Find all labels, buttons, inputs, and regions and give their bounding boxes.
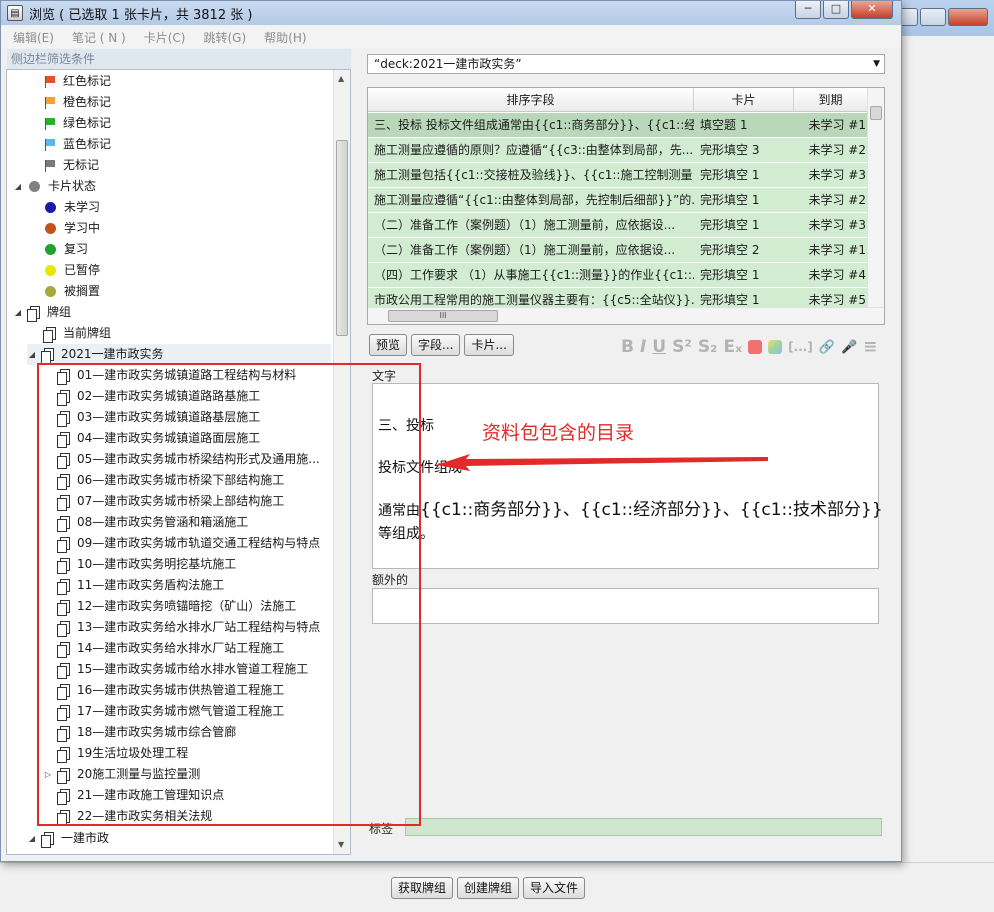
annotation-arrow-icon — [436, 454, 768, 471]
